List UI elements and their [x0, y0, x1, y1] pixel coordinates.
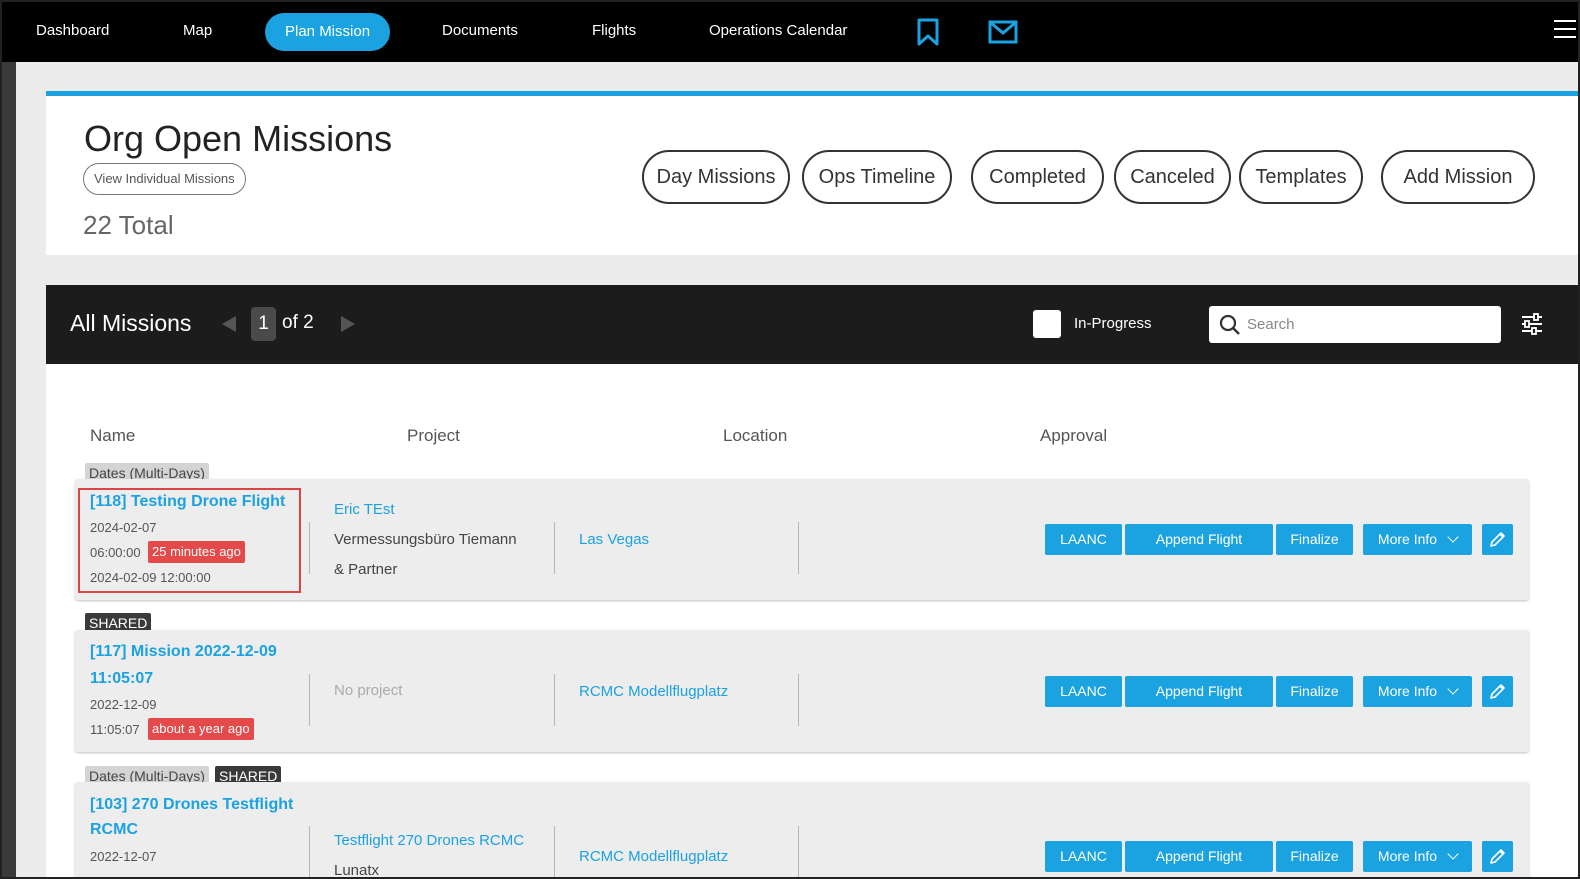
column-divider [554, 522, 555, 574]
append-flight-button[interactable]: Append Flight [1125, 841, 1273, 872]
in-progress-label: In-Progress [1074, 315, 1152, 332]
more-info-button[interactable]: More Info [1363, 524, 1472, 555]
bookmark-icon[interactable] [913, 17, 943, 47]
next-page-icon[interactable] [341, 316, 355, 332]
search-input[interactable] [1247, 306, 1497, 343]
page-title: Org Open Missions [84, 118, 393, 159]
project-cell: Eric TEst Vermessungsbüro Tiemann & Part… [334, 495, 517, 585]
column-divider [309, 826, 310, 878]
nav-map[interactable]: Map [183, 0, 212, 62]
pencil-icon [1490, 532, 1505, 547]
more-info-label: More Info [1377, 848, 1438, 864]
pencil-icon [1490, 849, 1505, 864]
mission-start-date: 2022-12-07 [90, 849, 157, 864]
edit-button[interactable] [1482, 524, 1513, 555]
mission-title-line-2[interactable]: 11:05:07 [90, 670, 153, 688]
left-strip [0, 62, 16, 879]
column-name[interactable]: Name [90, 426, 135, 446]
view-individual-missions-button[interactable]: View Individual Missions [83, 163, 246, 195]
day-missions-button[interactable]: Day Missions [642, 150, 790, 204]
completed-button[interactable]: Completed [971, 150, 1104, 204]
mission-title-line-2[interactable]: RCMC [90, 821, 138, 839]
project-cell: No project [334, 676, 402, 706]
header-card: Org Open Missions View Individual Missio… [46, 91, 1580, 255]
mission-title[interactable]: [103] 270 Drones Testflight [90, 796, 293, 814]
filter-sliders-icon[interactable] [1520, 312, 1544, 336]
table-row: [117] Mission 2022-12-09 11:05:07 2022-1… [75, 630, 1529, 752]
edit-button[interactable] [1482, 841, 1513, 872]
column-divider [798, 826, 799, 878]
column-approval[interactable]: Approval [1040, 426, 1107, 446]
page-count: of 2 [282, 312, 314, 333]
mission-start-time: 11:05:07 [90, 722, 140, 737]
edit-button[interactable] [1482, 676, 1513, 707]
project-link[interactable]: Testflight 270 Drones RCMC [334, 826, 524, 856]
missions-table: Name Project Location Approval Dates (Mu… [46, 364, 1580, 879]
finalize-button[interactable]: Finalize [1276, 524, 1353, 555]
templates-button[interactable]: Templates [1239, 150, 1363, 204]
mail-icon[interactable] [988, 17, 1018, 47]
missions-title: All Missions [70, 310, 192, 336]
add-mission-button[interactable]: Add Mission [1381, 150, 1535, 204]
column-location[interactable]: Location [723, 426, 787, 446]
more-info-label: More Info [1377, 531, 1438, 547]
location-link[interactable]: RCMC Modellflugplatz [579, 683, 728, 700]
pencil-icon [1490, 684, 1505, 699]
column-divider [798, 522, 799, 574]
location-link[interactable]: Las Vegas [579, 531, 649, 548]
nav-flights[interactable]: Flights [592, 0, 636, 62]
laanc-button[interactable]: LAANC [1045, 841, 1122, 872]
nav-dashboard[interactable]: Dashboard [36, 0, 109, 62]
laanc-button[interactable]: LAANC [1045, 524, 1122, 555]
chevron-down-icon [1447, 531, 1459, 543]
column-divider [309, 674, 310, 726]
table-row: [103] 270 Drones Testflight RCMC 2022-12… [75, 782, 1529, 879]
finalize-button[interactable]: Finalize [1276, 676, 1353, 707]
column-divider [309, 522, 310, 574]
in-progress-checkbox[interactable] [1033, 310, 1061, 338]
menu-icon[interactable] [1554, 20, 1576, 42]
column-project[interactable]: Project [407, 426, 460, 446]
chevron-down-icon [1447, 848, 1459, 860]
append-flight-button[interactable]: Append Flight [1125, 676, 1273, 707]
prev-page-icon[interactable] [222, 316, 236, 332]
selection-highlight [78, 488, 301, 593]
laanc-button[interactable]: LAANC [1045, 676, 1122, 707]
no-project-text: No project [334, 682, 403, 699]
more-info-button[interactable]: More Info [1363, 676, 1472, 707]
project-org-line: Vermessungsbüro Tiemann [334, 531, 517, 548]
canceled-button[interactable]: Canceled [1114, 150, 1231, 204]
location-link[interactable]: RCMC Modellflugplatz [579, 848, 728, 865]
search-icon [1219, 314, 1240, 335]
missions-toolbar: All Missions 1 of 2 In-Progress [46, 285, 1580, 364]
total-count: 22 Total [83, 210, 174, 240]
top-nav: Dashboard Map Plan Mission Documents Fli… [0, 0, 1580, 62]
nav-documents[interactable]: Documents [442, 0, 518, 62]
search-box [1209, 306, 1501, 343]
ops-timeline-button[interactable]: Ops Timeline [802, 150, 952, 204]
project-org-line: & Partner [334, 561, 398, 578]
mission-start-date: 2022-12-09 [90, 697, 157, 712]
mission-title[interactable]: [117] Mission 2022-12-09 [90, 643, 277, 661]
chevron-down-icon [1447, 683, 1459, 695]
more-info-button[interactable]: More Info [1363, 841, 1472, 872]
column-divider [554, 826, 555, 878]
time-ago-badge: about a year ago [148, 718, 254, 740]
nav-operations-calendar[interactable]: Operations Calendar [709, 0, 847, 62]
project-cell: Testflight 270 Drones RCMC Lunatx [334, 826, 524, 879]
append-flight-button[interactable]: Append Flight [1125, 524, 1273, 555]
project-link[interactable]: Eric TEst [334, 495, 517, 525]
column-divider [798, 674, 799, 726]
more-info-label: More Info [1377, 683, 1438, 699]
page-number[interactable]: 1 [251, 307, 276, 341]
column-divider [554, 674, 555, 726]
project-org-line: Lunatx [334, 862, 380, 879]
nav-plan-mission[interactable]: Plan Mission [265, 13, 391, 51]
finalize-button[interactable]: Finalize [1276, 841, 1353, 872]
